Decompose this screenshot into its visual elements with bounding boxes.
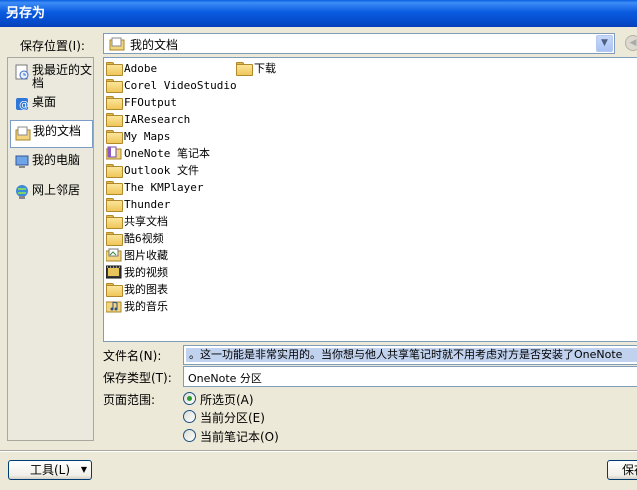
network-places-icon	[16, 185, 28, 199]
folder-icon	[106, 283, 123, 297]
videos-folder-icon	[106, 265, 122, 279]
folder-icon	[106, 164, 123, 178]
folder-icon	[106, 79, 123, 93]
place-label: 网上邻居	[32, 183, 81, 197]
file-name: Thunder	[124, 198, 171, 211]
folder-icon	[106, 113, 123, 127]
folder-icon	[106, 215, 123, 229]
title-bar: 另存为	[0, 0, 637, 27]
save-in-value: 我的文档	[130, 38, 179, 52]
pictures-folder-icon	[106, 248, 122, 262]
file-name: The KMPlayer	[124, 181, 204, 194]
file-name: Adobe	[124, 62, 158, 75]
place-recent-documents[interactable]: 我最近的文档	[10, 60, 93, 90]
filetype-label: 保存类型(T):	[103, 371, 172, 385]
filename-field[interactable]: 。这一功能是非常实用的。当你想与他人共享笔记时就不用考虑对方是否安装了OneNo…	[183, 345, 637, 365]
save-in-label: 保存位置(I):	[20, 39, 85, 53]
radio-label: 当前分区(E)	[200, 411, 265, 425]
filename-label: 文件名(N):	[103, 349, 162, 363]
file-name: OneNote 笔记本	[124, 147, 210, 160]
recent-documents-icon	[15, 64, 29, 80]
folder-icon	[106, 62, 123, 76]
places-bar: 我最近的文档 @ 桌面 我的文档 我的电脑 网上邻居	[7, 57, 94, 441]
place-my-computer[interactable]: 我的电脑	[10, 150, 93, 178]
file-name: 酷6视频	[124, 232, 164, 245]
window-title: 另存为	[6, 6, 46, 21]
my-documents-icon	[109, 37, 125, 51]
radio-label: 当前笔记本(O)	[200, 430, 279, 444]
back-icon[interactable]: ◀	[625, 35, 637, 51]
place-desktop[interactable]: @ 桌面	[10, 92, 93, 120]
file-name: 我的图表	[124, 283, 168, 296]
file-name: 下载	[254, 62, 276, 75]
folder-icon	[106, 96, 123, 110]
filename-value: 。这一功能是非常实用的。当你想与他人共享笔记时就不用考虑对方是否安装了OneNo…	[186, 348, 637, 362]
radio-dot	[183, 410, 196, 423]
radio-label: 所选页(A)	[200, 393, 254, 407]
folder-icon	[236, 62, 253, 76]
file-name: 共享文档	[124, 215, 168, 228]
save-button[interactable]: 保存	[607, 460, 637, 480]
folder-icon	[106, 232, 123, 246]
folder-icon	[106, 130, 123, 144]
file-name: Outlook 文件	[124, 164, 199, 177]
divider	[0, 450, 637, 452]
tools-button[interactable]: 工具(L) ▼	[8, 460, 92, 480]
place-label: 我最近的文档	[32, 63, 93, 90]
onenote-folder-icon	[106, 146, 122, 160]
music-folder-icon	[106, 301, 122, 313]
my-computer-icon	[15, 155, 29, 168]
place-network[interactable]: 网上邻居	[10, 180, 93, 208]
file-name: Corel VideoStudio	[124, 79, 237, 92]
filetype-dropdown[interactable]: OneNote 分区	[183, 366, 637, 387]
svg-text:@: @	[19, 100, 29, 111]
file-name: My Maps	[124, 130, 171, 143]
folder-icon	[106, 181, 123, 195]
place-label: 我的电脑	[32, 153, 81, 167]
folder-icon	[106, 198, 123, 212]
save-in-dropdown[interactable]: 我的文档 ▼	[103, 33, 615, 54]
place-label: 我的文档	[33, 124, 82, 138]
place-label: 桌面	[32, 95, 57, 109]
chevron-down-icon[interactable]: ▼	[596, 35, 613, 52]
radio-dot	[183, 392, 196, 405]
file-name: 我的音乐	[124, 300, 168, 313]
radio-dot	[183, 429, 196, 442]
file-name: IAResearch	[124, 113, 191, 126]
file-name: 我的视频	[124, 266, 168, 279]
save-label: 保存	[622, 463, 637, 477]
place-my-documents[interactable]: 我的文档	[10, 120, 93, 148]
my-documents-icon	[15, 126, 31, 141]
file-name: FFOutput	[124, 96, 177, 109]
file-list[interactable]: Adobe Corel VideoStudio FFOutput IAResea…	[103, 57, 637, 342]
filetype-value: OneNote 分区	[188, 372, 262, 385]
desktop-icon: @	[16, 98, 29, 111]
chevron-down-icon: ▼	[80, 465, 87, 474]
tools-label: 工具(L)	[29, 463, 71, 477]
page-range-label: 页面范围:	[103, 393, 156, 407]
file-name: 图片收藏	[124, 249, 168, 262]
